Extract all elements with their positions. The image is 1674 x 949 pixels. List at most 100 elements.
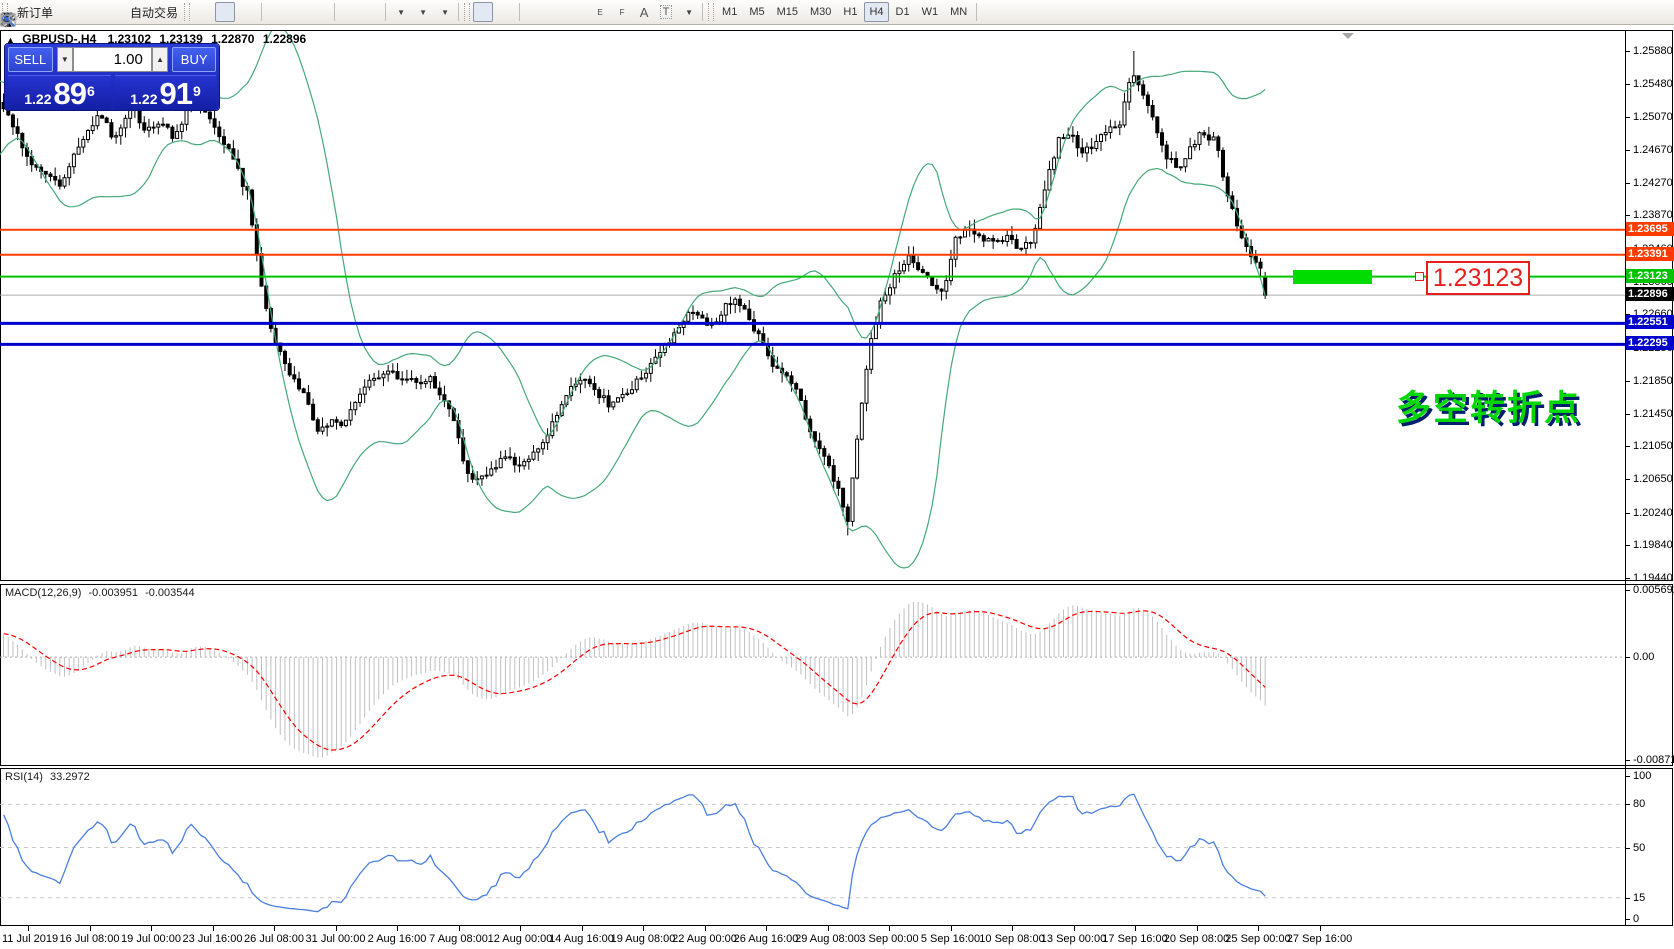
- candlestick-chart-button[interactable]: [215, 2, 235, 22]
- text-label-button[interactable]: T: [656, 2, 676, 22]
- time-tick-label: 22 Aug 00:00: [672, 933, 737, 945]
- timeframe-m30-button[interactable]: M30: [805, 2, 836, 22]
- bar-chart-button[interactable]: [193, 2, 213, 22]
- horizontal-line-button[interactable]: [546, 2, 566, 22]
- buy-price-big: 91: [159, 80, 191, 108]
- macd-label: 0.005692: [1633, 584, 1674, 596]
- price-tick: [1626, 51, 1630, 52]
- time-tick: [766, 926, 767, 931]
- time-tick-label: 27 Sep 16:00: [1287, 933, 1352, 945]
- toolbar-grip[interactable]: [464, 3, 470, 21]
- trendline-button[interactable]: [568, 2, 588, 22]
- time-tick: [336, 926, 337, 931]
- templates-button[interactable]: ▼: [434, 2, 454, 22]
- text-button[interactable]: A: [634, 2, 654, 22]
- tile-windows-button[interactable]: [310, 2, 330, 22]
- timeframe-m15-button[interactable]: M15: [772, 2, 803, 22]
- timeframe-d1-button[interactable]: D1: [891, 2, 915, 22]
- main-toolbar: 新订单 自动交易: [0, 0, 1674, 25]
- fibonacci-button[interactable]: F: [612, 2, 632, 22]
- time-tick-label: 19 Aug 08:00: [611, 933, 676, 945]
- price-label: 1.21450: [1633, 408, 1673, 420]
- timeframe-h1-button[interactable]: H1: [838, 2, 862, 22]
- volume-input[interactable]: 1.00: [73, 47, 152, 72]
- bid-price-tag: 1.22896: [1626, 287, 1674, 301]
- dropdown-caret-icon: ▼: [441, 8, 449, 17]
- rsi-label: 50: [1633, 842, 1645, 854]
- price-label: 1.24270: [1633, 177, 1673, 189]
- price-callout-box[interactable]: 1.23123: [1426, 261, 1530, 295]
- price-tick: [1626, 150, 1630, 151]
- zoom-in-button[interactable]: [266, 2, 286, 22]
- text-tool-glyph: A: [640, 5, 649, 20]
- timeframe-m5-button[interactable]: M5: [744, 2, 769, 22]
- time-tick-label: 13 Sep 00:00: [1041, 933, 1106, 945]
- hline-price-tag: 1.23695: [1626, 222, 1674, 236]
- time-tick-label: 23 Jul 16:00: [183, 933, 243, 945]
- time-tick: [90, 926, 91, 931]
- buy-price-display[interactable]: 1.22 91 9: [115, 75, 216, 110]
- time-tick: [643, 926, 644, 931]
- market-watch-button[interactable]: [80, 2, 100, 22]
- line-chart-button[interactable]: [237, 2, 257, 22]
- price-tick: [1626, 84, 1630, 85]
- rsi-plot[interactable]: [0, 769, 1625, 925]
- main-plot[interactable]: [0, 31, 1625, 581]
- sell-button[interactable]: SELL: [8, 47, 53, 72]
- arrows-button[interactable]: ▼: [678, 2, 698, 22]
- periods-button[interactable]: ▼: [412, 2, 432, 22]
- rsi-tick: [1626, 919, 1630, 920]
- chinese-annotation[interactable]: 多空转折点: [1396, 380, 1581, 431]
- chart-shift-button[interactable]: [361, 2, 381, 22]
- chat-button[interactable]: [1647, 2, 1667, 22]
- vertical-line-button[interactable]: [524, 2, 544, 22]
- timeframe-h4-button[interactable]: H4: [864, 2, 888, 22]
- rsi-tick: [1626, 804, 1630, 805]
- search-button[interactable]: [1625, 2, 1645, 22]
- price-tick: [1626, 117, 1630, 118]
- zoom-out-button[interactable]: [288, 2, 308, 22]
- channel-button[interactable]: E: [590, 2, 610, 22]
- time-tick-label: 12 Aug 00:00: [488, 933, 553, 945]
- time-tick-label: 3 Sep 00:00: [859, 933, 918, 945]
- buy-button[interactable]: BUY: [172, 47, 216, 72]
- crosshair-button[interactable]: [495, 2, 515, 22]
- sell-price-display[interactable]: 1.22 89 6: [8, 75, 111, 110]
- time-tick: [582, 926, 583, 931]
- timeframe-mn-button[interactable]: MN: [945, 2, 972, 22]
- rsi-label: RSI(14) 33.2972: [5, 771, 90, 783]
- timeframe-m1-button[interactable]: M1: [717, 2, 742, 22]
- time-tick-label: 26 Jul 08:00: [244, 933, 304, 945]
- time-tick: [705, 926, 706, 931]
- toolbar-grip[interactable]: [708, 3, 714, 21]
- time-tick-label: 14 Aug 16:00: [549, 933, 614, 945]
- rsi-tick: [1626, 848, 1630, 849]
- price-tick: [1626, 381, 1630, 382]
- auto-scroll-button[interactable]: [339, 2, 359, 22]
- price-tick: [1626, 446, 1630, 447]
- price-label: 1.20650: [1633, 473, 1673, 485]
- volume-increase-button[interactable]: ▲: [152, 47, 168, 72]
- time-tick: [213, 926, 214, 931]
- charts-profile-button[interactable]: [58, 2, 78, 22]
- toolbar-grip[interactable]: [184, 3, 190, 21]
- time-tick-label: 31 Jul 00:00: [306, 933, 366, 945]
- time-tick-label: 25 Sep 00:00: [1225, 933, 1290, 945]
- hline-price-tag: 1.22551: [1626, 315, 1674, 329]
- auto-trading-button[interactable]: 自动交易: [124, 2, 181, 22]
- timeframe-w1-button[interactable]: W1: [917, 2, 944, 22]
- one-click-trading-panel: SELL ▼ 1.00 ▲ BUY 1.22 89 6 1.22 91 9: [5, 44, 219, 110]
- price-label: 1.21850: [1633, 375, 1673, 387]
- callout-anchor-handle[interactable]: [1415, 272, 1424, 281]
- time-tick-label: 26 Aug 16:00: [734, 933, 799, 945]
- macd-plot[interactable]: [0, 585, 1625, 765]
- rsi-tick: [1626, 898, 1630, 899]
- ohlc-close: 1.22896: [263, 32, 306, 46]
- time-tick-label: 16 Jul 08:00: [60, 933, 120, 945]
- volume-decrease-button[interactable]: ▼: [57, 47, 73, 72]
- dropdown-caret-icon: ▼: [685, 8, 693, 17]
- data-window-button[interactable]: [102, 2, 122, 22]
- time-tick-label: 7 Aug 08:00: [429, 933, 488, 945]
- cursor-button[interactable]: [473, 2, 493, 22]
- indicators-button[interactable]: ▼: [390, 2, 410, 22]
